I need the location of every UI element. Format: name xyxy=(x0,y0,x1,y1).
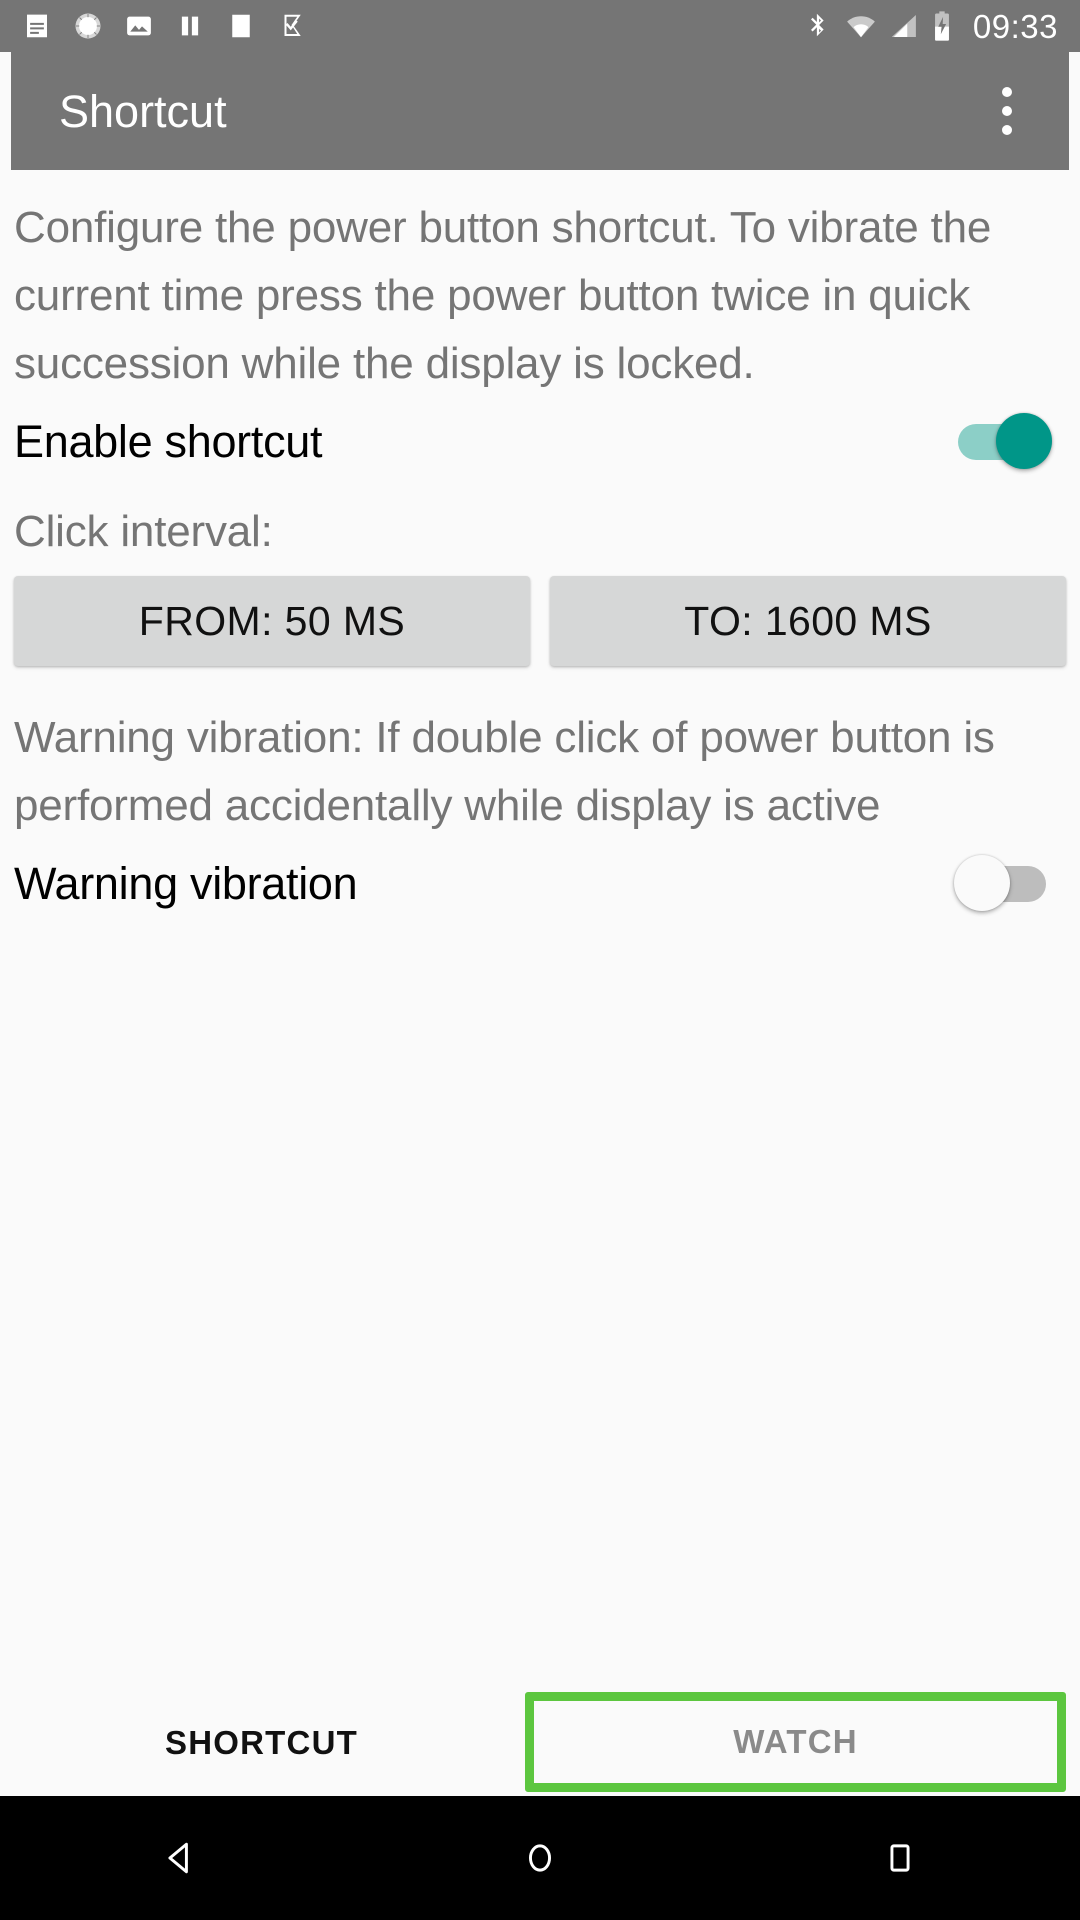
overflow-dot xyxy=(1002,106,1012,116)
recents-square-icon xyxy=(890,1844,910,1872)
toggle-thumb xyxy=(954,855,1010,911)
page-title: Shortcut xyxy=(59,85,227,137)
back-triangle-icon xyxy=(168,1842,188,1874)
phone-screen: 09:33 Shortcut Configure the power butto… xyxy=(0,0,1080,1920)
android-navigation-bar xyxy=(0,1796,1080,1920)
bluetooth-icon xyxy=(803,11,833,41)
warning-vibration-description: Warning vibration: If double click of po… xyxy=(14,713,995,830)
click-interval-buttons: FROM: 50 MS TO: 1600 MS xyxy=(14,576,1066,666)
overflow-menu-icon[interactable] xyxy=(981,70,1033,152)
blank-square-icon xyxy=(226,11,256,41)
home-circle-icon xyxy=(529,1844,551,1872)
toggle-thumb xyxy=(996,413,1052,469)
status-bar-system-icons: 09:33 xyxy=(803,10,1058,43)
notes-icon xyxy=(22,11,52,41)
settings-content: Configure the power button shortcut. To … xyxy=(0,170,1080,1690)
wifi-icon xyxy=(845,11,877,41)
warning-vibration-label: Warning vibration xyxy=(14,857,358,909)
image-icon xyxy=(124,11,154,41)
enable-shortcut-label: Enable shortcut xyxy=(14,415,323,467)
interval-to-button[interactable]: TO: 1600 MS xyxy=(550,576,1066,666)
nav-back-button[interactable] xyxy=(90,1796,270,1920)
click-interval-label: Click interval: xyxy=(14,507,273,556)
overflow-dot xyxy=(1002,87,1012,97)
warning-vibration-row[interactable]: Warning vibration xyxy=(14,840,1066,926)
cellular-signal-icon xyxy=(889,11,919,41)
status-bar-notification-icons xyxy=(22,11,307,41)
status-bar-clock: 09:33 xyxy=(972,7,1058,45)
pause-icon xyxy=(175,11,205,41)
enable-shortcut-row[interactable]: Enable shortcut xyxy=(14,398,1066,484)
nav-recents-button[interactable] xyxy=(810,1796,990,1920)
checkmark-flag-icon xyxy=(277,11,307,41)
interval-from-button[interactable]: FROM: 50 MS xyxy=(14,576,530,666)
overflow-dot xyxy=(1002,125,1012,135)
tab-watch[interactable]: WATCH xyxy=(525,1692,1066,1792)
warning-vibration-toggle[interactable] xyxy=(954,853,1052,913)
bottom-tab-bar: SHORTCUT WATCH xyxy=(0,1690,1080,1796)
status-bar: 09:33 xyxy=(0,0,1080,52)
nav-home-button[interactable] xyxy=(450,1796,630,1920)
sunburst-icon xyxy=(73,11,103,41)
tab-shortcut[interactable]: SHORTCUT xyxy=(0,1690,523,1796)
battery-charging-icon xyxy=(931,10,953,42)
enable-shortcut-toggle[interactable] xyxy=(954,411,1052,471)
shortcut-description: Configure the power button shortcut. To … xyxy=(14,203,992,388)
app-bar: Shortcut xyxy=(11,52,1069,170)
